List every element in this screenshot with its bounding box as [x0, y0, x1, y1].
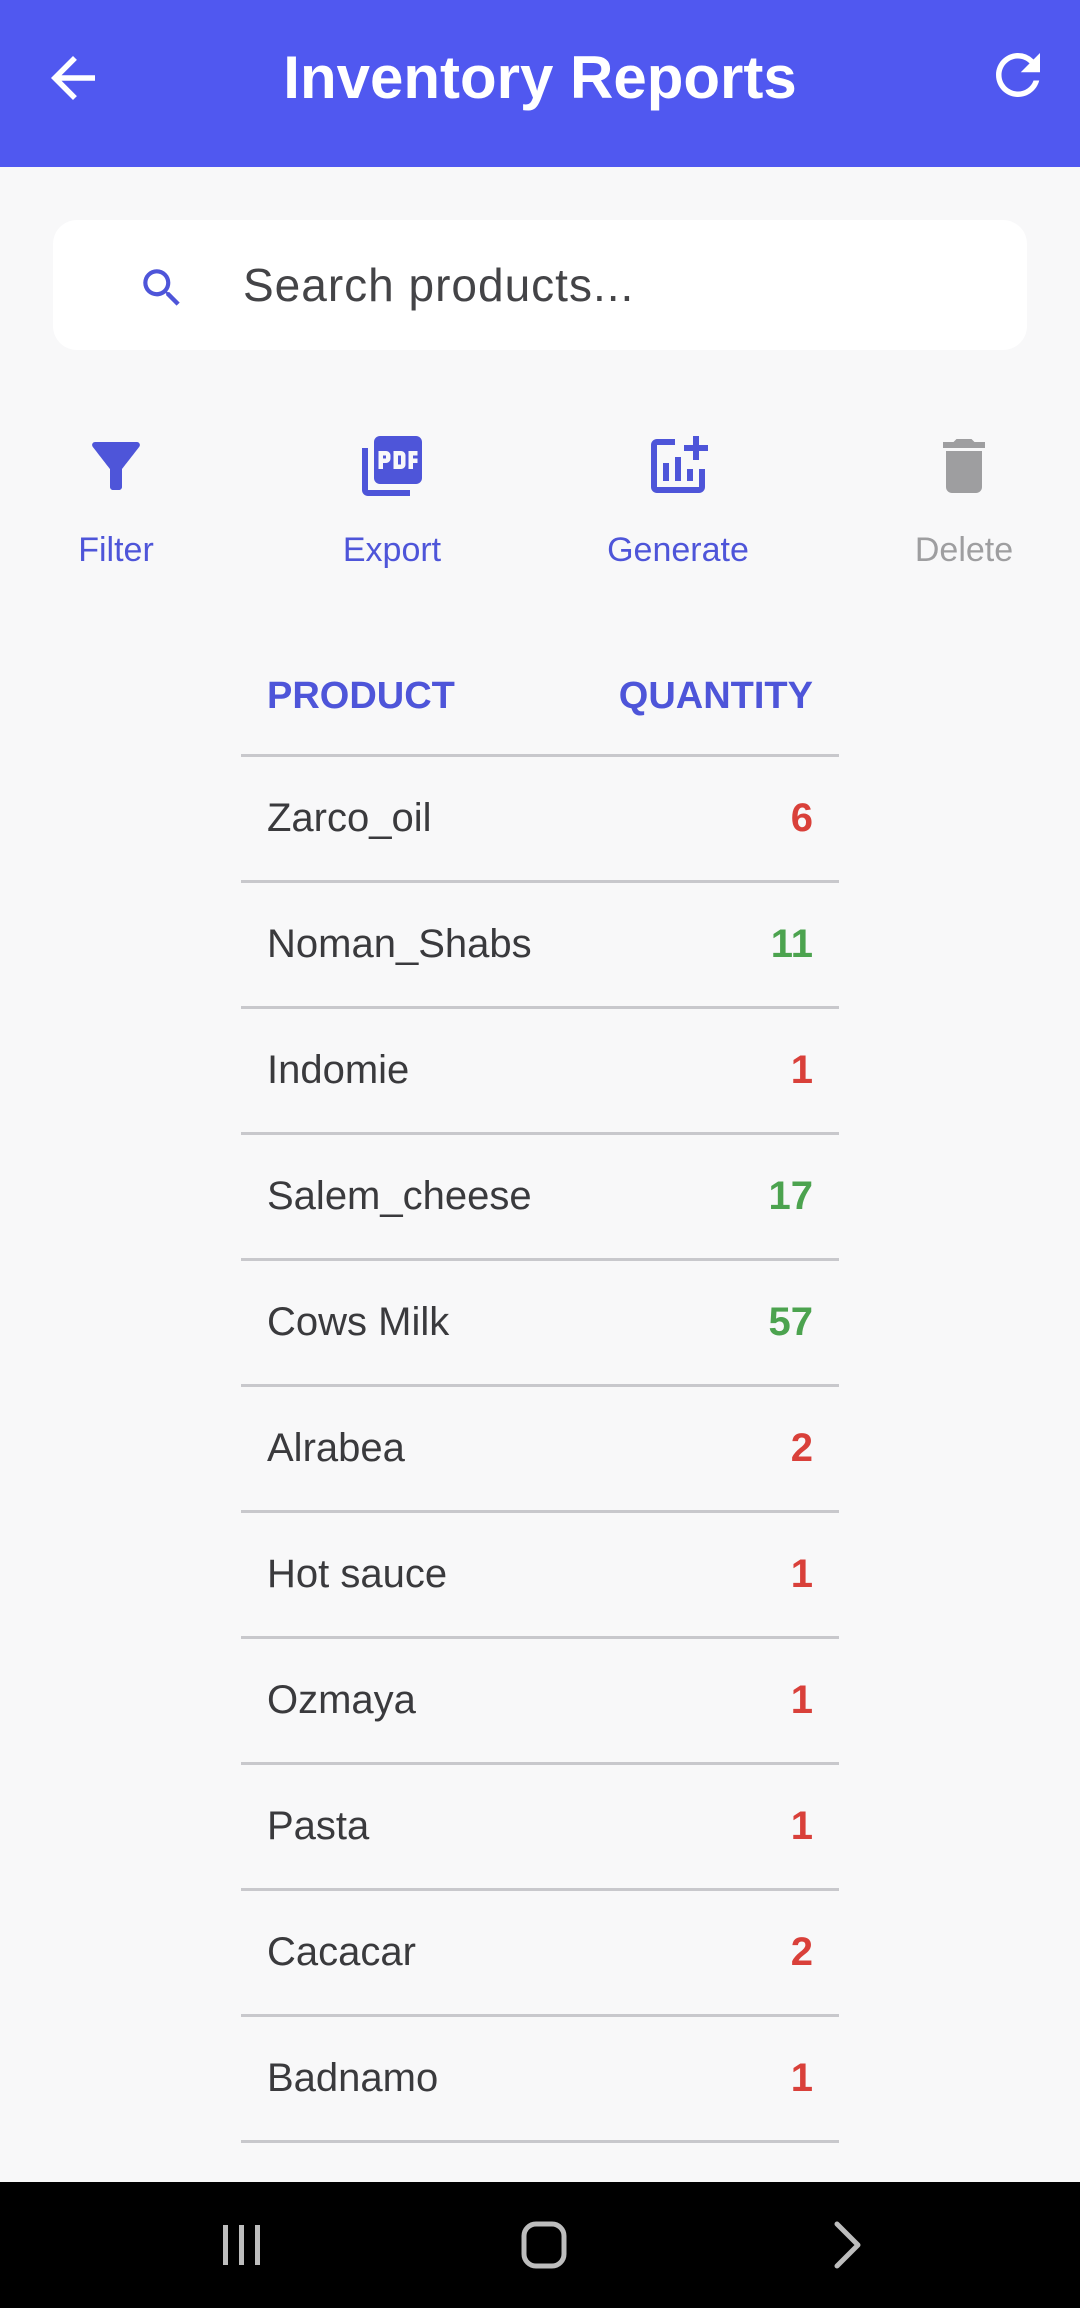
- delete-button[interactable]: Delete: [864, 430, 1064, 590]
- product-name: Cows Milk: [267, 1300, 450, 1344]
- table-row[interactable]: Salem_cheese 17: [241, 1135, 839, 1261]
- product-quantity: 2: [790, 1426, 813, 1470]
- product-name: Badnamo: [267, 2056, 439, 2100]
- generate-label: Generate: [607, 531, 749, 569]
- chevron-right-icon[interactable]: [812, 2210, 882, 2280]
- product-name: Alrabea: [267, 1426, 405, 1470]
- search-input[interactable]: Search products...: [243, 256, 634, 314]
- product-quantity: 1: [790, 1678, 813, 1722]
- pdf-icon: [362, 436, 422, 496]
- product-quantity: 57: [768, 1300, 814, 1344]
- product-name: Pasta: [267, 1804, 370, 1848]
- table-row[interactable]: Indomie 1: [241, 1009, 839, 1135]
- filter-icon: [92, 442, 140, 490]
- system-nav-bar: [0, 2182, 1080, 2308]
- export-label: Export: [342, 531, 442, 569]
- table-row[interactable]: Alrabea 2: [241, 1387, 839, 1513]
- product-name: Ozmaya: [267, 1678, 416, 1722]
- product-quantity: 6: [790, 796, 813, 840]
- generate-button[interactable]: Generate: [578, 430, 778, 590]
- recents-icon[interactable]: [207, 2210, 277, 2280]
- table-body: Zarco_oil 6 Noman_Shabs 11 Indomie 1 Salem_che…: [241, 757, 839, 2143]
- home-icon[interactable]: [509, 2210, 579, 2280]
- table-header: PRODUCT QUANTITY: [241, 640, 839, 757]
- table-row[interactable]: Zarco_oil 6: [241, 757, 839, 883]
- search-icon: [143, 269, 180, 306]
- table-row[interactable]: Pasta 1: [241, 1765, 839, 1891]
- page-title: Inventory Reports: [283, 44, 797, 111]
- app-bar: Inventory Reports: [0, 0, 1080, 167]
- table-row[interactable]: Cacacar 2: [241, 1891, 839, 2017]
- product-quantity: 1: [790, 1552, 813, 1596]
- product-quantity: 1: [790, 1048, 813, 1092]
- product-quantity: 1: [790, 2056, 813, 2100]
- table-row[interactable]: Badnamo 1: [241, 2017, 839, 2143]
- table-row[interactable]: Cows Milk 57: [241, 1261, 839, 1387]
- product-name: Indomie: [267, 1048, 410, 1092]
- product-name: Noman_Shabs: [267, 922, 532, 966]
- table-row[interactable]: Noman_Shabs 11: [241, 883, 839, 1009]
- product-name: Cacacar: [267, 1930, 416, 1974]
- refresh-icon[interactable]: [985, 42, 1051, 108]
- column-header-quantity[interactable]: QUANTITY: [619, 658, 813, 734]
- add-chart-icon: [651, 436, 708, 493]
- product-quantity: 17: [768, 1174, 814, 1218]
- product-quantity: 1: [790, 1804, 813, 1848]
- delete-label: Delete: [914, 531, 1014, 569]
- column-header-product[interactable]: PRODUCT: [267, 658, 455, 734]
- filter-label: Filter: [78, 531, 154, 569]
- product-name: Hot sauce: [267, 1552, 448, 1596]
- trash-icon: [943, 439, 985, 493]
- product-name: Zarco_oil: [267, 796, 432, 840]
- search-bar[interactable]: Search products...: [53, 220, 1027, 350]
- export-button[interactable]: Export: [292, 430, 492, 590]
- product-quantity: 11: [770, 922, 813, 966]
- product-quantity: 2: [790, 1930, 813, 1974]
- table-row[interactable]: Hot sauce 1: [241, 1513, 839, 1639]
- table-row[interactable]: Ozmaya 1: [241, 1639, 839, 1765]
- filter-button[interactable]: Filter: [16, 430, 216, 590]
- product-name: Salem_cheese: [267, 1174, 532, 1218]
- inventory-table: PRODUCT QUANTITY Zarco_oil 6 Noman_Shabs 11…: [241, 640, 839, 2143]
